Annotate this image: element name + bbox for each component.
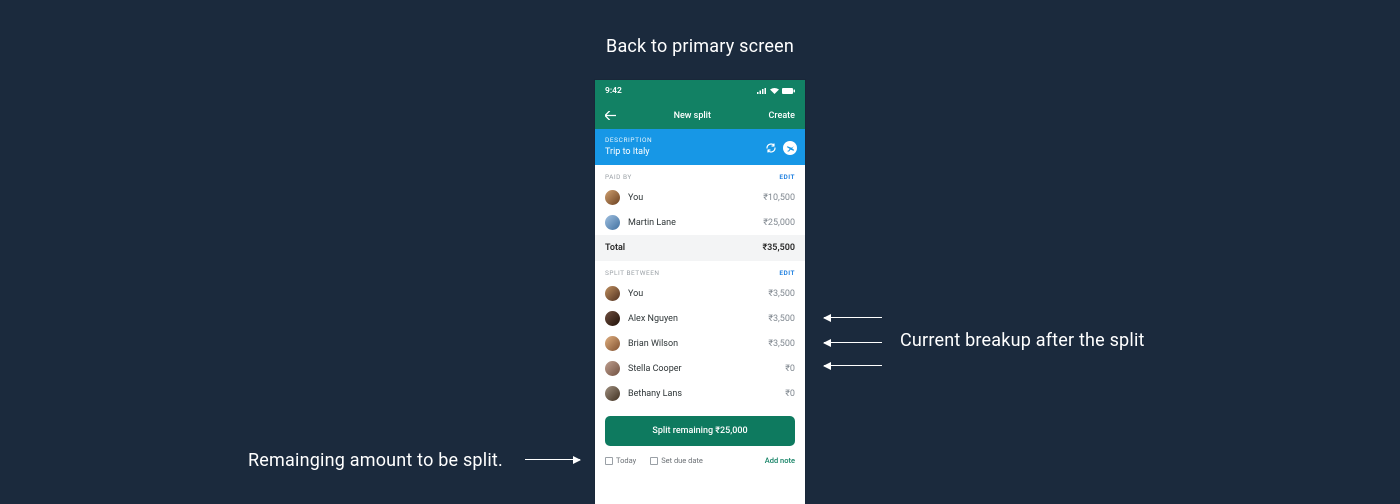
description-section: DESCRIPTION Trip to Italy xyxy=(595,129,805,165)
list-item-amount: ₹10,500 xyxy=(763,193,795,203)
status-bar: 9:42 xyxy=(595,80,805,102)
split-between-edit-button[interactable]: EDIT xyxy=(779,269,795,277)
list-item-name: Martin Lane xyxy=(628,218,763,228)
nav-title: New split xyxy=(674,111,711,121)
refresh-icon[interactable] xyxy=(765,142,777,154)
list-item-name: You xyxy=(628,289,768,299)
nav-bar: New split Create xyxy=(595,102,805,129)
list-item-name: Alex Nguyen xyxy=(628,314,768,324)
category-travel-icon[interactable] xyxy=(783,141,797,155)
list-item-name: Stella Cooper xyxy=(628,364,785,374)
set-due-date-button[interactable]: Set due date xyxy=(650,456,703,465)
due-date-label: Set due date xyxy=(661,456,703,465)
create-button[interactable]: Create xyxy=(769,111,795,121)
total-amount: ₹35,500 xyxy=(762,243,795,253)
due-date-icon xyxy=(650,457,658,465)
avatar xyxy=(605,386,620,401)
split-between-header: SPLIT BETWEEN EDIT xyxy=(595,261,805,281)
today-button[interactable]: Today xyxy=(605,456,636,465)
avatar xyxy=(605,286,620,301)
list-item-amount: ₹3,500 xyxy=(768,339,795,349)
list-item[interactable]: Martin Lane₹25,000 xyxy=(595,210,805,235)
avatar xyxy=(605,190,620,205)
today-label: Today xyxy=(616,456,636,465)
arrow-icon xyxy=(824,365,882,366)
status-time: 9:42 xyxy=(605,86,622,96)
list-item-name: Brian Wilson xyxy=(628,339,768,349)
avatar xyxy=(605,361,620,376)
list-item-amount: ₹0 xyxy=(785,389,795,399)
list-item-amount: ₹0 xyxy=(785,364,795,374)
annotation-left: Remainging amount to be split. xyxy=(248,450,503,471)
total-row: Total ₹35,500 xyxy=(595,235,805,261)
status-icons xyxy=(757,88,795,94)
avatar xyxy=(605,336,620,351)
list-item[interactable]: Stella Cooper₹0 xyxy=(595,356,805,381)
list-item[interactable]: Alex Nguyen₹3,500 xyxy=(595,306,805,331)
wifi-icon xyxy=(770,88,779,94)
arrow-icon xyxy=(824,317,882,318)
signal-icon xyxy=(757,88,767,94)
paid-by-label: PAID BY xyxy=(605,173,632,181)
list-item[interactable]: You₹10,500 xyxy=(595,185,805,210)
arrow-icon xyxy=(525,459,580,460)
list-item-amount: ₹25,000 xyxy=(763,218,795,228)
list-item[interactable]: You₹3,500 xyxy=(595,281,805,306)
calendar-icon xyxy=(605,457,613,465)
add-note-button[interactable]: Add note xyxy=(765,456,795,465)
battery-icon xyxy=(782,88,795,94)
split-between-label: SPLIT BETWEEN xyxy=(605,269,660,277)
list-item[interactable]: Bethany Lans₹0 xyxy=(595,381,805,406)
annotation-top: Back to primary screen xyxy=(0,36,1400,57)
back-button[interactable] xyxy=(605,111,616,120)
phone-frame: 9:42 New split Create DESCRIPTION Trip t… xyxy=(595,80,805,504)
avatar xyxy=(605,215,620,230)
list-item-amount: ₹3,500 xyxy=(768,289,795,299)
list-item-name: Bethany Lans xyxy=(628,389,785,399)
annotation-right: Current breakup after the split xyxy=(900,330,1145,351)
list-item-amount: ₹3,500 xyxy=(768,314,795,324)
paid-by-edit-button[interactable]: EDIT xyxy=(779,173,795,181)
arrow-icon xyxy=(824,342,882,343)
total-label: Total xyxy=(605,243,625,253)
footer-bar: Today Set due date Add note xyxy=(595,454,805,467)
list-item-name: You xyxy=(628,193,763,203)
avatar xyxy=(605,311,620,326)
paid-by-header: PAID BY EDIT xyxy=(595,165,805,185)
list-item[interactable]: Brian Wilson₹3,500 xyxy=(595,331,805,356)
back-arrow-icon xyxy=(605,111,616,120)
split-remaining-button[interactable]: Split remaining ₹25,000 xyxy=(605,416,795,446)
